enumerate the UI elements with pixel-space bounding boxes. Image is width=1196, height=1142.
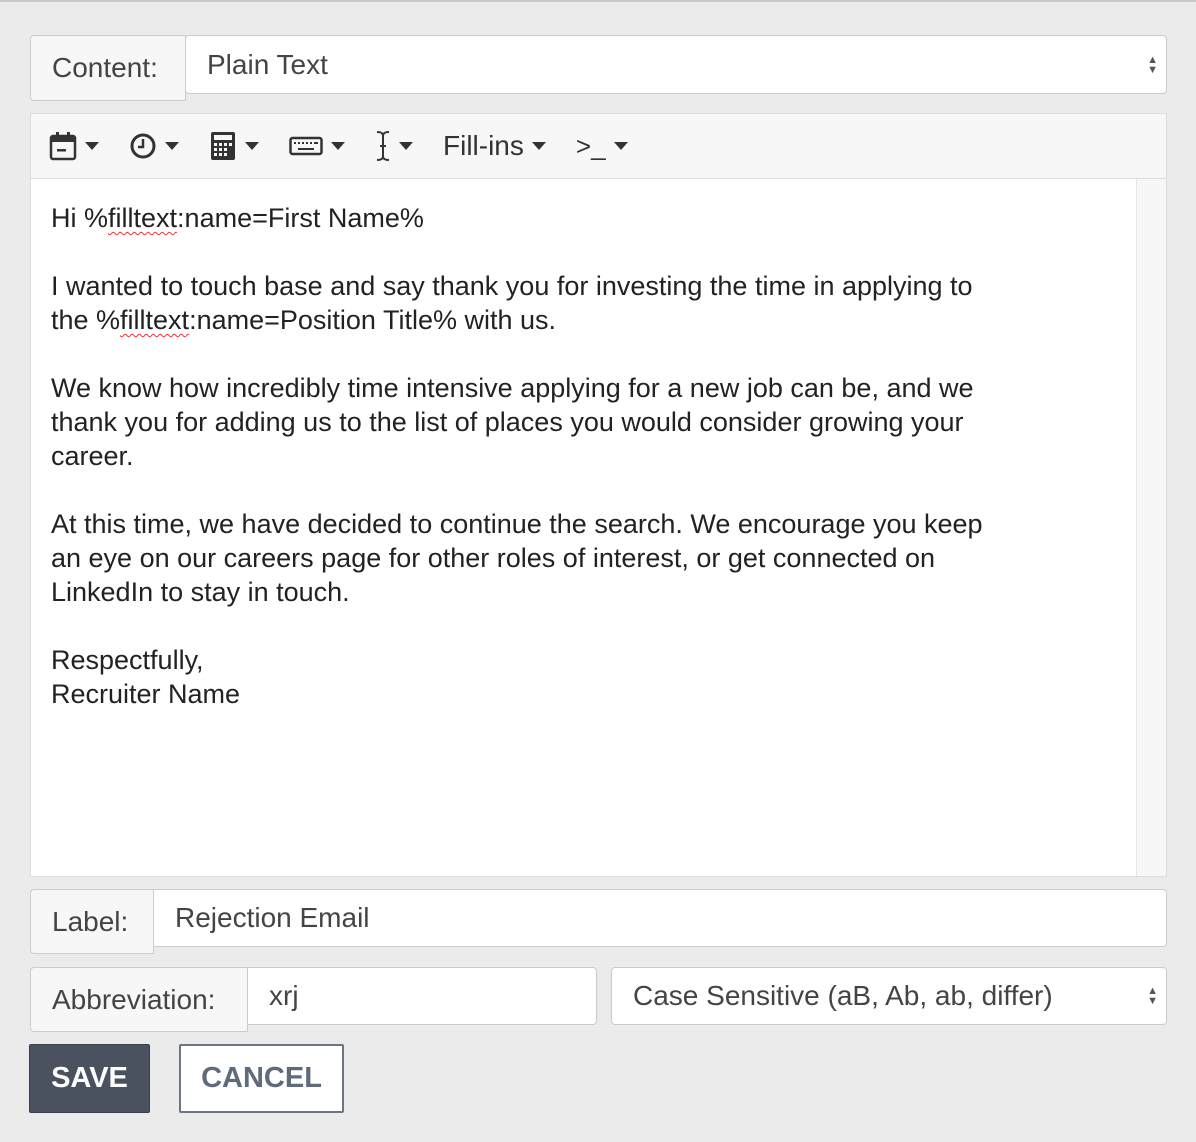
time-menu-button[interactable] — [129, 132, 179, 160]
abbreviation-input[interactable]: xrj — [247, 967, 597, 1025]
caret-down-icon — [399, 142, 413, 150]
caret-down-icon — [613, 142, 628, 150]
misspelled-word: filltext — [108, 203, 178, 233]
fill-ins-label: Fill-ins — [443, 130, 524, 161]
caret-down-icon — [331, 142, 345, 150]
date-menu-button[interactable] — [49, 131, 99, 161]
text-cursor-icon — [376, 131, 390, 161]
paragraph: We know how incredibly time intensive ap… — [51, 373, 974, 471]
case-sensitivity-select[interactable]: Case Sensitive (aB, Ab, ab, differ) ▲ ▼ — [611, 967, 1167, 1025]
content-type-select[interactable]: Plain Text ▲ ▼ — [185, 35, 1167, 94]
case-sensitivity-value: Case Sensitive (aB, Ab, ab, differ) — [633, 980, 1053, 1011]
caret-down-icon — [245, 142, 259, 150]
keyboard-menu-button[interactable] — [289, 135, 345, 157]
clock-icon — [130, 133, 156, 159]
editor-content[interactable]: Hi %filltext:name=First Name% I wanted t… — [51, 201, 1121, 711]
content-label: Content: — [30, 35, 186, 101]
label-field-label: Label: — [30, 889, 154, 954]
text: :name=First Name% — [177, 203, 424, 233]
select-arrows-icon: ▲ ▼ — [1147, 985, 1158, 1007]
select-arrows-icon: ▲ ▼ — [1147, 53, 1158, 76]
signature: Respectfully, Recruiter Name — [51, 645, 241, 709]
calculation-menu-button[interactable] — [209, 131, 259, 161]
calendar-icon — [49, 132, 77, 161]
cursor-menu-button[interactable] — [375, 130, 413, 162]
misspelled-word: filltext — [120, 305, 190, 335]
calculator-icon — [211, 132, 235, 160]
caret-down-icon — [85, 142, 99, 150]
label-input[interactable]: Rejection Email — [153, 889, 1167, 947]
save-button[interactable]: SAVE — [29, 1044, 150, 1113]
terminal-icon: >_ — [575, 130, 606, 161]
editor-toolbar: Fill-ins >_ — [30, 113, 1167, 179]
content-type-value: Plain Text — [207, 48, 328, 80]
snippet-editor[interactable]: Hi %filltext:name=First Name% I wanted t… — [30, 179, 1167, 877]
editor-scrollbar[interactable] — [1136, 179, 1166, 876]
cancel-button[interactable]: CANCEL — [179, 1044, 344, 1113]
abbreviation-label: Abbreviation: — [30, 967, 248, 1032]
script-menu-button[interactable]: >_ — [576, 131, 628, 162]
fill-ins-menu-button[interactable]: Fill-ins — [443, 130, 546, 162]
paragraph: At this time, we have decided to continu… — [51, 509, 983, 607]
caret-down-icon — [165, 142, 179, 150]
keyboard-icon — [289, 136, 323, 156]
text: Hi % — [51, 203, 109, 233]
caret-down-icon — [531, 142, 546, 150]
text: :name=Position Title% with us. — [189, 305, 557, 335]
